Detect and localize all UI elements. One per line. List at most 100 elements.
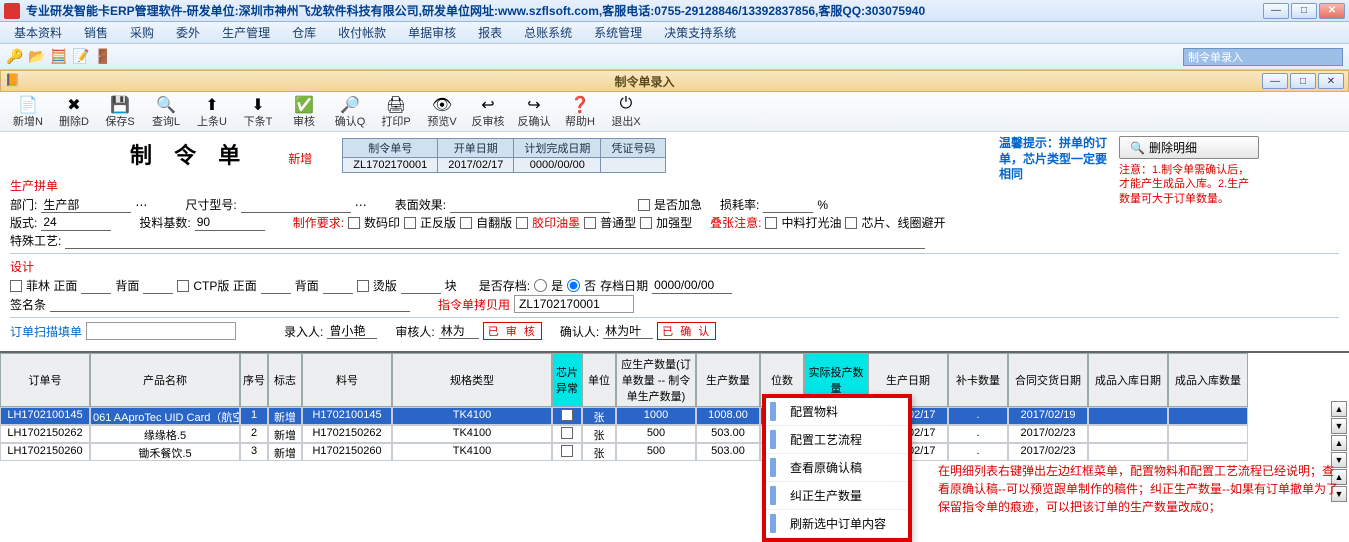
tb-打印P[interactable]: 🖨打印P [374,94,418,130]
loss-input[interactable] [763,197,813,213]
child-close-button[interactable]: ✕ [1318,73,1344,89]
size-lookup-icon[interactable]: ⋯ [355,198,367,212]
tb-删除D[interactable]: ✖删除D [52,94,96,130]
minimize-button[interactable]: — [1263,3,1289,19]
d-inp-4[interactable] [401,278,441,294]
col-header[interactable]: 芯片异常 [552,353,582,407]
mv-plan[interactable]: 0000/00/00 [514,158,601,173]
col-header[interactable]: 标志 [268,353,302,407]
tb-帮助H[interactable]: ❓帮助H [558,94,602,130]
menu-production[interactable]: 生产管理 [214,22,278,43]
tb-反确认[interactable]: ↪反确认 [512,94,556,130]
menu-system[interactable]: 系统管理 [586,22,650,43]
req-chk-4[interactable] [584,217,596,229]
tb-保存S[interactable]: 💾保存S [98,94,142,130]
tb-审核[interactable]: ✅审核 [282,94,326,130]
search-input[interactable] [1183,48,1343,66]
tb-上条U[interactable]: ⬆上条U [190,94,234,130]
child-minimize-button[interactable]: — [1262,73,1288,89]
menu-audit[interactable]: 单据审核 [400,22,464,43]
tb-下条T[interactable]: ⬇下条T [236,94,280,130]
table-row[interactable]: LH1702150260锄禾餐饮.53新增H1702150260TK4100张5… [0,443,1349,461]
d-inp-3[interactable] [323,278,353,294]
row-up-button[interactable]: ▲ [1331,401,1347,417]
col-header[interactable]: 生产数量 [696,353,760,407]
copy-input[interactable] [514,295,634,313]
menu-sales[interactable]: 销售 [76,22,116,43]
chip-abnormal-checkbox[interactable] [561,445,573,457]
table-row[interactable]: LH1702100145061 AAproTec UID Card（航空1新增H… [0,407,1349,425]
maximize-button[interactable]: □ [1291,3,1317,19]
close-button[interactable]: ✕ [1319,3,1345,19]
tb-反审核[interactable]: ↩反审核 [466,94,510,130]
menu-payment[interactable]: 收付帐款 [330,22,394,43]
d-inp-2[interactable] [261,278,291,294]
req-chk-5[interactable] [640,217,652,229]
urgent-checkbox[interactable] [638,199,650,211]
row-up-button-2[interactable]: ▲ [1331,435,1347,451]
col-header[interactable]: 单位 [582,353,616,407]
ctx-item-viewdraft[interactable]: 查看原确认稿 [766,454,908,482]
req-chk-3[interactable] [516,217,528,229]
ctx-item-material[interactable]: 配置物料 [766,398,908,426]
base-input[interactable] [195,215,265,231]
special-input[interactable] [65,233,925,249]
col-header[interactable]: 合同交货日期 [1008,353,1088,407]
tb-退出X[interactable]: ⏻退出X [604,94,648,130]
archive-yes-radio[interactable] [534,279,547,292]
clear-detail-button[interactable]: 🔍删除明细 [1119,136,1259,159]
qt-key-icon[interactable]: 🔑 [6,48,24,66]
col-header[interactable]: 成品入库日期 [1088,353,1168,407]
tb-新增N[interactable]: 📄新增N [6,94,50,130]
tb-预览V[interactable]: 👁预览V [420,94,464,130]
menu-ledger[interactable]: 总账系统 [516,22,580,43]
stack-chk-1[interactable] [845,217,857,229]
menu-report[interactable]: 报表 [470,22,510,43]
mv-orderno[interactable]: ZL1702170001 [343,158,438,173]
ctx-item-refresh[interactable]: 刷新选中订单内容 [766,510,908,538]
col-header[interactable]: 料号 [302,353,392,407]
req-chk-0[interactable] [348,217,360,229]
d-chk-2[interactable] [177,280,189,292]
req-chk-2[interactable] [460,217,472,229]
ctx-item-process[interactable]: 配置工艺流程 [766,426,908,454]
mv-voucher[interactable] [601,158,666,173]
d-inp-1[interactable] [143,278,173,294]
ctx-item-fixqty[interactable]: 纠正生产数量 [766,482,908,510]
col-header[interactable]: 成品入库数量 [1168,353,1248,407]
table-row[interactable]: LH1702150262缘缘格.52新增H1702150262TK4100张50… [0,425,1349,443]
chip-abnormal-checkbox[interactable] [561,427,573,439]
col-header[interactable]: 规格类型 [392,353,552,407]
col-header[interactable]: 序号 [240,353,268,407]
qt-calc-icon[interactable]: 🧮 [50,48,68,66]
col-header[interactable]: 补卡数量 [948,353,1008,407]
mv-date[interactable]: 2017/02/17 [438,158,514,173]
dept-input[interactable] [41,197,131,213]
child-maximize-button[interactable]: □ [1290,73,1316,89]
qt-exit-icon[interactable]: 🚪 [94,48,112,66]
version-input[interactable] [41,215,111,231]
menu-basic[interactable]: 基本资料 [6,22,70,43]
col-header[interactable]: 产品名称 [90,353,240,407]
sign-input[interactable] [50,296,410,312]
d-inp-0[interactable] [81,278,111,294]
qt-note-icon[interactable]: 📝 [72,48,90,66]
qt-open-icon[interactable]: 📂 [28,48,46,66]
dept-lookup-icon[interactable]: ⋯ [135,198,147,212]
archive-no-radio[interactable] [567,279,580,292]
col-header[interactable]: 订单号 [0,353,90,407]
tb-确认Q[interactable]: 🔎确认Q [328,94,372,130]
archive-date-input[interactable] [652,278,732,294]
menu-decision[interactable]: 决策支持系统 [656,22,744,43]
menu-purchase[interactable]: 采购 [122,22,162,43]
size-input[interactable] [241,197,351,213]
stack-chk-0[interactable] [765,217,777,229]
chip-abnormal-checkbox[interactable] [561,409,573,421]
surface-input[interactable] [450,197,610,213]
row-down-button[interactable]: ▼ [1331,418,1347,434]
menu-warehouse[interactable]: 仓库 [284,22,324,43]
d-chk-0[interactable] [10,280,22,292]
d-chk-4[interactable] [357,280,369,292]
scan-input[interactable] [86,322,236,340]
menu-outsource[interactable]: 委外 [168,22,208,43]
